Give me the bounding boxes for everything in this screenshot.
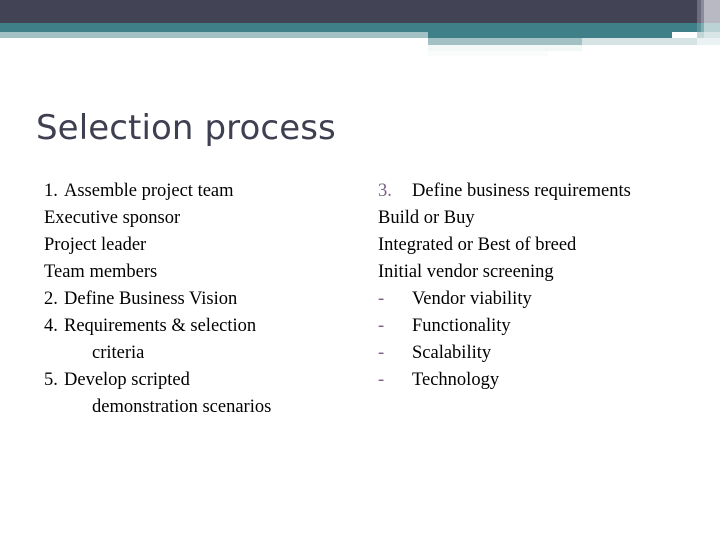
list-item: Initial vendor screening <box>378 259 698 286</box>
list-item-label: Team members <box>44 262 158 282</box>
list-item-marker: 1. <box>44 181 58 201</box>
edge-stripe-1 <box>697 0 701 23</box>
list-item-label: Integrated or Best of breed <box>378 235 577 255</box>
list-item: - Functionality <box>378 313 698 340</box>
edge-stripe-6 <box>704 23 720 32</box>
list-item-label: Develop scripted <box>64 370 190 390</box>
edge-stripe-8 <box>704 32 720 38</box>
right-text-column: 3. Define business requirements Build or B… <box>378 178 698 394</box>
list-item-marker: 3. <box>378 181 392 201</box>
left-text-column: 1. Assemble project team Executive sponsor… <box>44 178 354 421</box>
edge-stripe-9 <box>697 38 720 45</box>
list-item-marker: - <box>378 370 385 390</box>
header-band-faint-lower <box>428 51 548 56</box>
list-item-marker: 5. <box>44 370 58 390</box>
slide: Selection process 1. Assemble project tea… <box>0 0 720 540</box>
header-band-teal <box>0 23 720 32</box>
list-item: - Technology <box>378 367 698 394</box>
list-item: 1. Assemble project team <box>44 178 354 205</box>
header-band-lightblue-step <box>428 38 582 45</box>
list-item: Team members <box>44 259 354 286</box>
header-band-lightblue-left <box>0 32 428 38</box>
list-item: Executive sponsor <box>44 205 354 232</box>
header-band-faint-upper <box>428 45 582 51</box>
edge-stripe-3 <box>704 0 720 23</box>
list-item-label: Vendor viability <box>412 289 532 309</box>
list-item: 5. Develop scripted <box>44 367 354 394</box>
edge-stripe-7 <box>697 32 704 38</box>
list-item-marker: - <box>378 316 385 336</box>
list-item-label: Define business requirements <box>412 181 631 201</box>
list-item-label: Requirements & selection <box>64 316 257 336</box>
list-item-marker: - <box>378 343 385 363</box>
list-item: - Scalability <box>378 340 698 367</box>
list-item-label: demonstration scenarios <box>92 397 272 417</box>
list-item: 4. Requirements & selection <box>44 313 354 340</box>
list-item-label: Executive sponsor <box>44 208 181 228</box>
list-item: 2. Define Business Vision <box>44 286 354 313</box>
header-band-teal-step <box>428 32 672 38</box>
edge-stripe-2 <box>701 0 704 23</box>
header-band-navy <box>0 0 720 23</box>
list-item: Build or Buy <box>378 205 698 232</box>
list-item-label: Build or Buy <box>378 208 475 228</box>
list-item-label: Define Business Vision <box>64 289 238 309</box>
list-item: 3. Define business requirements <box>378 178 698 205</box>
list-item-marker: 4. <box>44 316 58 336</box>
edge-stripe-5 <box>701 23 704 32</box>
list-item-label: Initial vendor screening <box>378 262 554 282</box>
slide-title: Selection process <box>36 108 336 148</box>
header-band-paleblue-tail <box>582 38 720 45</box>
list-item: Project leader <box>44 232 354 259</box>
list-item-label: criteria <box>92 343 145 363</box>
list-item-marker: - <box>378 289 385 309</box>
list-item: demonstration scenarios <box>44 394 354 421</box>
list-item-label: Technology <box>412 370 500 390</box>
list-item: criteria <box>44 340 354 367</box>
list-item-marker: 2. <box>44 289 58 309</box>
edge-stripe-4 <box>697 23 701 32</box>
list-item: - Vendor viability <box>378 286 698 313</box>
list-item-label: Assemble project team <box>64 181 234 201</box>
list-item-label: Project leader <box>44 235 147 255</box>
list-item: Integrated or Best of breed <box>378 232 698 259</box>
list-item-label: Scalability <box>412 343 492 363</box>
list-item-label: Functionality <box>412 316 511 336</box>
